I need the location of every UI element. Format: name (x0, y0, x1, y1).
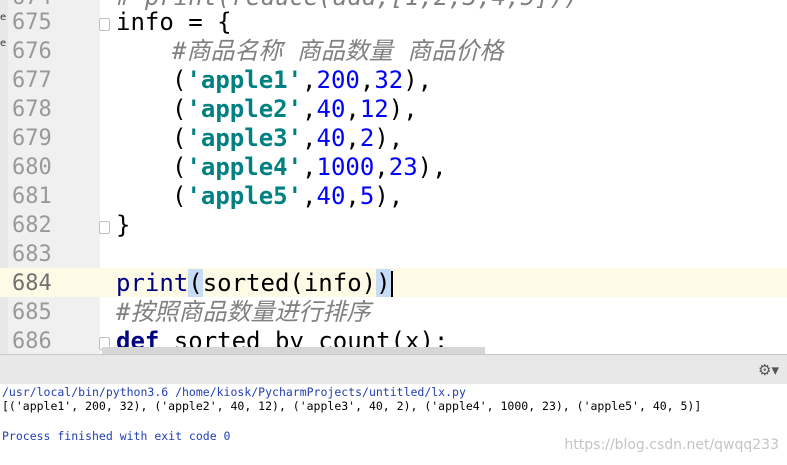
comma: , (359, 66, 375, 94)
number-literal: 2 (359, 124, 375, 152)
code-line: 682 } (0, 211, 787, 240)
paren: ( (172, 153, 187, 181)
line-number: 681 (12, 184, 52, 209)
code-line: 685 #按照商品数量进行排序 (0, 298, 787, 327)
line-number: 676 (12, 39, 52, 64)
line-number: 682 (12, 213, 52, 238)
number-literal: 32 (374, 66, 404, 94)
code-text: } (116, 211, 131, 239)
line-number: 680 (12, 155, 52, 180)
code-line: 675 info = { (0, 8, 787, 37)
comma: , (302, 124, 317, 152)
code-line: 677 ('apple1',200,32), (0, 66, 787, 95)
line-number: 683 (12, 242, 52, 267)
line-number: 679 (12, 126, 52, 151)
builtin-function: print (116, 269, 189, 297)
string-literal: 'apple5' (186, 182, 303, 210)
comma: , (302, 153, 317, 181)
code-text: sorted(info) (202, 269, 377, 297)
code-comment: #商品名称 商品数量 商品价格 (172, 37, 504, 65)
comma: , (345, 182, 360, 210)
comma: , (345, 124, 360, 152)
code-editor[interactable]: e e 674 # print(reduce(add,[1,2,3,4,5]))… (0, 0, 787, 354)
number-literal: 1000 (316, 153, 375, 181)
paren: ), (403, 66, 433, 94)
code-line: 683 (0, 240, 787, 269)
paren: ( (172, 182, 187, 210)
line-number: 685 (12, 300, 52, 325)
console-output: [('apple1', 200, 32), ('apple2', 40, 12)… (2, 399, 702, 413)
comma: , (302, 95, 317, 123)
line-number: 684 (12, 271, 52, 296)
code-line: 681 ('apple5',40,5), (0, 182, 787, 211)
code-line: 678 ('apple2',40,12), (0, 95, 787, 124)
string-literal: 'apple3' (186, 124, 303, 152)
code-line: 680 ('apple4',1000,23), (0, 153, 787, 182)
fold-marker-icon[interactable] (99, 18, 110, 31)
number-literal: 23 (388, 153, 418, 181)
string-literal: 'apple1' (186, 66, 303, 94)
console-command: /usr/local/bin/python3.6 /home/kiosk/Pyc… (2, 385, 466, 399)
comma: , (302, 182, 317, 210)
paren: ( (172, 124, 187, 152)
paren: ), (374, 182, 404, 210)
code-comment: #按照商品数量进行排序 (116, 298, 371, 326)
matched-paren: ( (188, 269, 203, 297)
paren: ), (374, 124, 404, 152)
gear-icon[interactable]: ⚙▾ (758, 361, 779, 379)
run-toolbar: ⚙▾ (0, 354, 787, 384)
paren: ), (388, 95, 418, 123)
number-literal: 12 (359, 95, 389, 123)
console-exit-status: Process finished with exit code 0 (2, 429, 231, 443)
code-text: info = { (116, 8, 232, 36)
code-line: 676 #商品名称 商品数量 商品价格 (0, 37, 787, 66)
comma: , (345, 95, 360, 123)
line-number: 675 (12, 10, 52, 35)
fold-marker-icon[interactable] (99, 221, 110, 234)
number-literal: 40 (316, 95, 346, 123)
comma: , (302, 66, 317, 94)
horizontal-scrollbar[interactable] (102, 347, 485, 354)
code-line: 679 ('apple3',40,2), (0, 124, 787, 153)
line-number: 677 (12, 68, 52, 93)
string-literal: 'apple2' (186, 95, 303, 123)
paren: ), (417, 153, 447, 181)
number-literal: 40 (316, 124, 346, 152)
line-number: 678 (12, 97, 52, 122)
line-number: 686 (12, 329, 52, 354)
string-literal: 'apple4' (186, 153, 303, 181)
matched-paren: ) (376, 269, 391, 297)
paren: ( (172, 66, 187, 94)
number-literal: 40 (316, 182, 346, 210)
paren: ( (172, 95, 187, 123)
code-line-current: 684 print(sorted(info)) (0, 269, 787, 298)
number-literal: 200 (316, 66, 360, 94)
comma: , (374, 153, 389, 181)
number-literal: 5 (359, 182, 375, 210)
watermark: https://blog.csdn.net/qwqq233 (564, 437, 779, 453)
text-caret (390, 271, 393, 297)
